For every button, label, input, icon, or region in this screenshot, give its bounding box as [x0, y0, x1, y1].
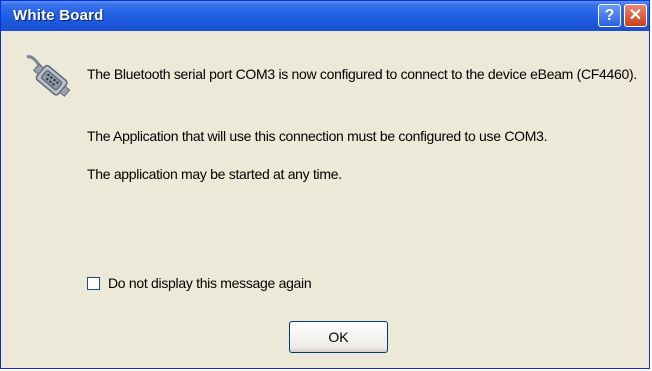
- configuration-message: The Application that will use this conne…: [87, 128, 548, 144]
- start-message: The application may be started at any ti…: [87, 166, 342, 182]
- dont-show-again-label[interactable]: Do not display this message again: [108, 275, 312, 291]
- serial-connector-icon: [23, 51, 75, 107]
- white-board-dialog: White Board ? ✕ The Bluetooth serial por…: [0, 0, 650, 369]
- dont-show-again-checkbox[interactable]: [87, 277, 100, 290]
- title-bar[interactable]: White Board ? ✕: [1, 1, 649, 31]
- connection-message: The Bluetooth serial port COM3 is now co…: [87, 66, 637, 82]
- close-button[interactable]: ✕: [624, 4, 647, 27]
- ok-button[interactable]: OK: [289, 321, 388, 353]
- window-title: White Board: [13, 7, 104, 24]
- help-button[interactable]: ?: [598, 4, 621, 27]
